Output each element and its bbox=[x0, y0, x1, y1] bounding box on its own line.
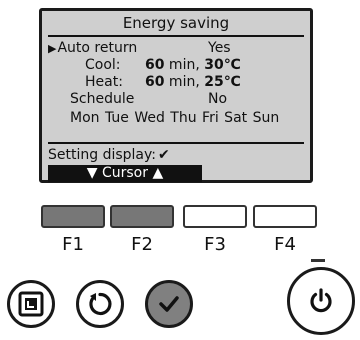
f1-label: F1 bbox=[62, 234, 84, 255]
heat-label: Heat: bbox=[85, 74, 123, 90]
f2-button[interactable] bbox=[110, 205, 174, 228]
title-divider bbox=[48, 35, 304, 37]
power-button[interactable] bbox=[287, 267, 355, 335]
screen-title: Energy saving bbox=[122, 14, 230, 32]
confirm-button[interactable] bbox=[145, 280, 193, 328]
f1-button[interactable] bbox=[41, 205, 105, 228]
f3-button[interactable] bbox=[183, 205, 247, 228]
cursor-bar: ▼ Cursor ▲ bbox=[48, 165, 202, 182]
schedule-label: Schedule bbox=[70, 91, 135, 107]
power-icon bbox=[310, 288, 332, 313]
auto-return-value: Yes bbox=[208, 40, 231, 56]
f3-label: F3 bbox=[204, 234, 226, 255]
auto-return-row: ▶Auto return bbox=[48, 40, 137, 57]
menu-icon bbox=[18, 291, 44, 317]
cool-temp: 30℃ bbox=[204, 57, 241, 73]
heat-minutes: 60 bbox=[145, 74, 165, 90]
heat-min-unit: min, bbox=[164, 74, 205, 90]
menu-button[interactable] bbox=[7, 280, 55, 328]
cursor-arrow-icon: ▶ bbox=[48, 42, 57, 55]
footer-divider bbox=[48, 142, 304, 144]
lcd-screen: Energy saving ▶Auto return Yes Cool: 60 … bbox=[39, 8, 313, 183]
f4-label: F4 bbox=[274, 234, 296, 255]
setting-display: Setting display: ✔ bbox=[48, 147, 170, 163]
weekday-list: Mon Tue Wed Thu Fri Sat Sun bbox=[70, 110, 280, 126]
return-icon bbox=[89, 292, 112, 316]
checkmark-icon bbox=[159, 296, 179, 312]
f2-label: F2 bbox=[131, 234, 153, 255]
power-indicator-led bbox=[311, 259, 325, 262]
heat-temp: 25℃ bbox=[204, 74, 241, 90]
check-icon: ✔ bbox=[158, 147, 170, 163]
schedule-value: No bbox=[208, 91, 228, 107]
cool-min-unit: min, bbox=[164, 57, 205, 73]
cool-label: Cool: bbox=[85, 57, 121, 73]
cool-value: 60 min, 30℃ bbox=[145, 57, 241, 73]
cool-minutes: 60 bbox=[145, 57, 165, 73]
setting-display-label: Setting display: bbox=[48, 147, 156, 163]
auto-return-label: Auto return bbox=[57, 40, 138, 56]
return-button[interactable] bbox=[76, 280, 124, 328]
heat-value: 60 min, 25℃ bbox=[145, 74, 241, 90]
f4-button[interactable] bbox=[253, 205, 317, 228]
